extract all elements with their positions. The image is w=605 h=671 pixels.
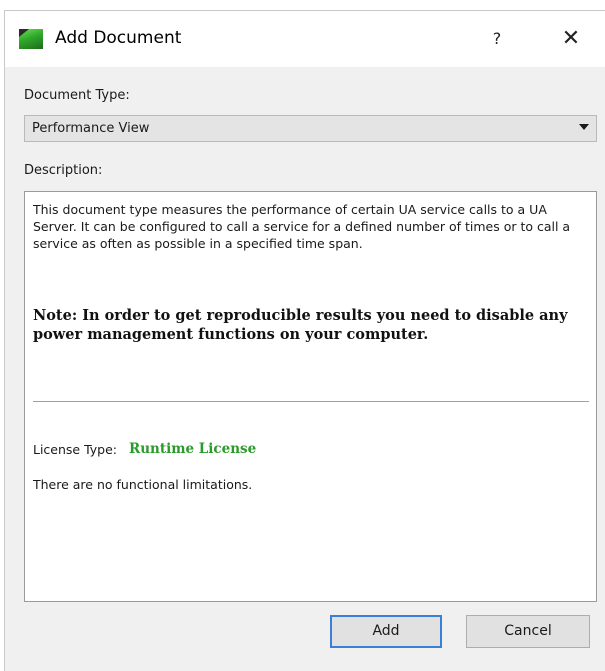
document-type-value: Performance View: [32, 121, 150, 136]
window-title: Add Document: [55, 28, 182, 48]
description-text: This document type measures the performa…: [33, 202, 571, 251]
document-type-label: Document Type:: [24, 88, 130, 103]
power-management-note: Note: In order to get reproducible resul…: [33, 307, 568, 343]
cancel-button[interactable]: Cancel: [466, 615, 590, 648]
title-bar: Add Document ? ✕: [5, 11, 605, 67]
close-icon[interactable]: ✕: [553, 23, 589, 55]
description-panel: This document type measures the performa…: [24, 191, 597, 602]
add-button[interactable]: Add: [330, 615, 442, 648]
add-document-dialog: Add Document ? ✕ Document Type: Performa…: [4, 10, 605, 671]
help-button[interactable]: ?: [481, 23, 513, 55]
document-type-select[interactable]: Performance View: [24, 115, 597, 142]
divider: [33, 401, 589, 402]
chevron-down-icon[interactable]: [579, 124, 589, 130]
license-type-value: Runtime License: [129, 441, 257, 457]
license-type-label: License Type:: [33, 442, 118, 457]
description-label: Description:: [24, 163, 103, 178]
app-document-icon: [19, 29, 43, 49]
limitations-text: There are no functional limitations.: [33, 477, 253, 492]
